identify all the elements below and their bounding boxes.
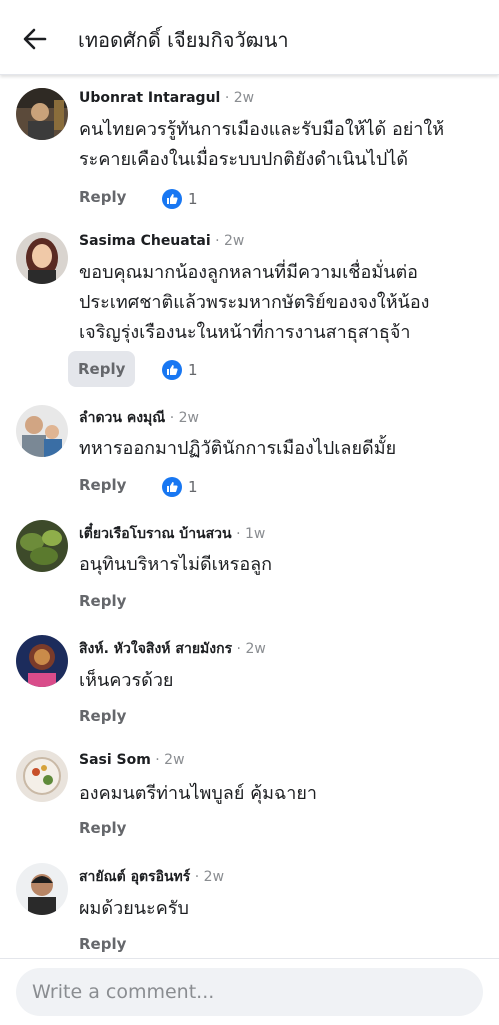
comment-text: องคมนตรีท่านไพบูลย์ คุ้มฉายา	[79, 783, 318, 804]
comment-text: เห็นควรด้วย	[79, 670, 174, 691]
avatar[interactable]	[16, 232, 68, 284]
like-thumb-icon	[162, 189, 182, 209]
reaction-summary[interactable]: 1	[162, 188, 198, 210]
avatar[interactable]	[16, 520, 68, 572]
comment-text: อนุทินบริหารไม่ดีเหรอลูก	[79, 554, 273, 575]
reply-button[interactable]: Reply	[79, 819, 126, 837]
comment-text: ผมด้วยนะครับ	[79, 898, 189, 919]
comment-text: คนไทยควรรู้ทันการเมืองและรับมือให้ได้ อย…	[79, 119, 445, 170]
commenter-name[interactable]: Sasima Cheuatai	[79, 233, 211, 249]
reaction-summary[interactable]: 1	[162, 476, 198, 498]
comment-time: · 2w	[236, 641, 266, 657]
reply-button[interactable]: Reply	[79, 476, 126, 494]
reply-button[interactable]: Reply	[79, 935, 126, 953]
reaction-summary[interactable]: 1	[162, 359, 198, 381]
commenter-name[interactable]: Sasi Som	[79, 752, 151, 768]
comment-text: ขอบคุณมากน้องลูกหลานที่มีความเชื่อมั่นต่…	[79, 262, 430, 343]
reply-button[interactable]: Reply	[79, 188, 126, 206]
header-bar: เทอดศักดิ์ เจียมกิจวัฒนา	[0, 0, 499, 75]
comment-input[interactable]	[16, 968, 483, 1016]
avatar[interactable]	[16, 88, 68, 140]
avatar[interactable]	[16, 863, 68, 915]
comment-time: · 2w	[169, 410, 199, 426]
reply-button[interactable]: Reply	[68, 351, 136, 387]
avatar[interactable]	[16, 405, 68, 457]
comment-text: ทหารออกมาปฏิวัตินักการเมืองไปเลยดีมั้ย	[79, 438, 397, 459]
like-thumb-icon	[162, 360, 182, 380]
commenter-name[interactable]: สายัณต์ อุตรอินทร์	[79, 869, 190, 885]
page-title: เทอดศักดิ์ เจียมกิจวัฒนา	[78, 28, 289, 52]
commenter-name[interactable]: Ubonrat Intaragul	[79, 90, 220, 106]
commenter-name[interactable]: เตี๋ยวเรือโบราณ บ้านสวน	[79, 526, 232, 542]
avatar[interactable]	[16, 750, 68, 802]
like-count: 1	[188, 361, 198, 379]
like-count: 1	[188, 190, 198, 208]
comment-time: · 2w	[194, 869, 225, 885]
commenter-name[interactable]: สิงห์. หัวใจสิงห์ สายมังกร	[79, 641, 232, 657]
avatar[interactable]	[16, 635, 68, 687]
like-thumb-icon	[162, 477, 182, 497]
comment-time: · 2w	[224, 90, 255, 106]
reply-button[interactable]: Reply	[79, 707, 126, 725]
commenter-name[interactable]: ลำดวน คงมุณี	[79, 410, 165, 426]
comment-time: · 2w	[155, 752, 185, 768]
comment-composer	[0, 958, 499, 1025]
like-count: 1	[188, 478, 198, 496]
back-arrow-icon[interactable]	[18, 22, 52, 56]
comment-time: · 2w	[215, 233, 245, 249]
comment-time: · 1w	[236, 526, 266, 542]
reply-button[interactable]: Reply	[79, 592, 126, 610]
